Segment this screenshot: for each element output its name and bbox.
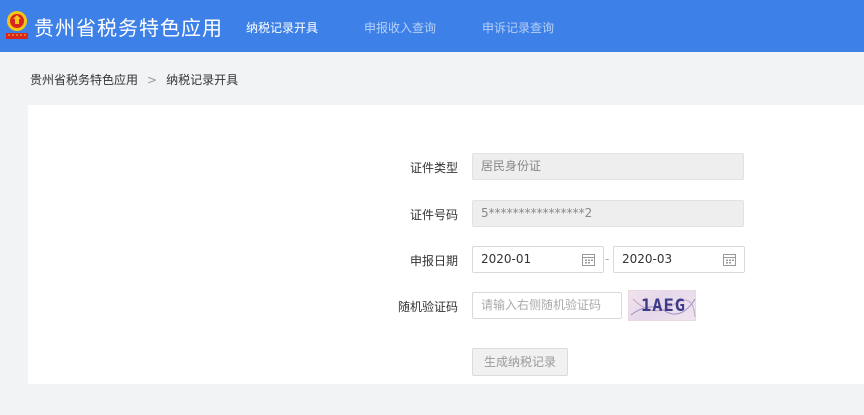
id-number-field: 5****************2 [472, 200, 744, 227]
generate-tax-record-button[interactable]: 生成纳税记录 [472, 348, 568, 376]
end-date-input[interactable]: 2020-03 [613, 246, 745, 273]
calendar-icon[interactable] [723, 253, 736, 266]
date-range-separator: - [605, 252, 610, 266]
breadcrumb-item-current: 纳税记录开具 [166, 73, 239, 87]
form-card: 证件类型 居民身份证 证件号码 5****************2 申报日期 … [28, 105, 864, 384]
breadcrumb: 贵州省税务特色应用 > 纳税记录开具 [30, 71, 238, 88]
captcha-label: 随机验证码 [397, 300, 458, 314]
breadcrumb-item-home[interactable]: 贵州省税务特色应用 [30, 73, 138, 87]
end-date-value: 2020-03 [622, 252, 673, 266]
nav-tab-income-query[interactable]: 申报收入查询 [364, 19, 436, 36]
captcha-text: 1AEG [641, 296, 686, 316]
tax-emblem-icon [6, 11, 28, 39]
id-number-label: 证件号码 [409, 208, 458, 222]
app-title: 贵州省税务特色应用 [34, 16, 223, 40]
id-type-label: 证件类型 [409, 161, 458, 175]
nav-tab-tax-record[interactable]: 纳税记录开具 [246, 19, 318, 36]
report-date-label: 申报日期 [409, 254, 458, 268]
calendar-icon[interactable] [582, 253, 595, 266]
top-navigation-bar: 贵州省税务特色应用 纳税记录开具 申报收入查询 申诉记录查询 [0, 0, 864, 52]
nav-tab-appeal-query[interactable]: 申诉记录查询 [482, 19, 554, 36]
start-date-value: 2020-01 [481, 252, 532, 266]
breadcrumb-separator: > [147, 73, 158, 87]
id-type-field: 居民身份证 [472, 153, 744, 180]
captcha-input[interactable]: 请输入右侧随机验证码 [472, 292, 622, 319]
start-date-input[interactable]: 2020-01 [472, 246, 604, 273]
captcha-image[interactable]: 1AEG [628, 290, 696, 321]
